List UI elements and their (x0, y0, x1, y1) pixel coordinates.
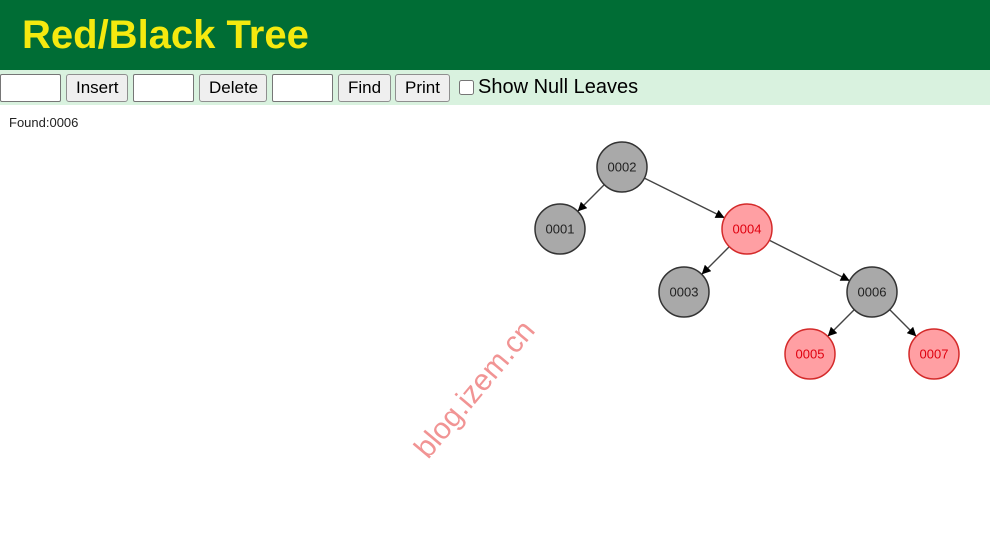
page-title: Red/Black Tree (22, 13, 309, 57)
tree-edge (701, 246, 730, 275)
tree-node-0006: 0006 (846, 266, 898, 318)
tree-node-0005: 0005 (784, 328, 836, 380)
node-label: 0001 (546, 222, 575, 237)
watermark-text: blog.izem.cn (408, 314, 542, 464)
tree-node-0007: 0007 (908, 328, 960, 380)
node-label: 0003 (670, 285, 699, 300)
tree-edge (889, 309, 917, 337)
tree-edge (577, 184, 605, 212)
print-button[interactable]: Print (395, 74, 450, 102)
tree-node-0003: 0003 (658, 266, 710, 318)
tree-edge (769, 239, 850, 282)
node-label: 0007 (920, 347, 949, 362)
tree-edge (827, 309, 855, 337)
node-label: 0002 (608, 160, 637, 175)
toolbar: Insert Delete Find Print Show Null Leave… (0, 70, 990, 105)
find-value-input[interactable] (272, 74, 333, 102)
node-label: 0005 (796, 347, 825, 362)
show-null-leaves-toggle[interactable]: Show Null Leaves (458, 75, 638, 99)
app-header: Red/Black Tree (0, 0, 990, 70)
tree-canvas: 0002 0001 0004 0003 0006 0005 0007 blog.izem.c… (408, 141, 960, 464)
delete-value-input[interactable] (133, 74, 194, 102)
insert-value-input[interactable] (0, 74, 61, 102)
tree-node-0001: 0001 (534, 203, 586, 255)
tree-nodes: 0002 0001 0004 0003 0006 0005 0007 (534, 141, 960, 380)
delete-button[interactable]: Delete (199, 74, 267, 102)
tree-node-0002: 0002 (596, 141, 648, 193)
insert-button[interactable]: Insert (66, 74, 128, 102)
show-null-leaves-label: Show Null Leaves (478, 75, 639, 98)
tree-edge (644, 177, 725, 219)
node-label: 0006 (858, 285, 887, 300)
tree-node-0004: 0004 (721, 203, 773, 255)
node-label: 0004 (733, 222, 762, 237)
show-null-leaves-checkbox[interactable] (459, 79, 474, 95)
find-button[interactable]: Find (338, 74, 391, 102)
